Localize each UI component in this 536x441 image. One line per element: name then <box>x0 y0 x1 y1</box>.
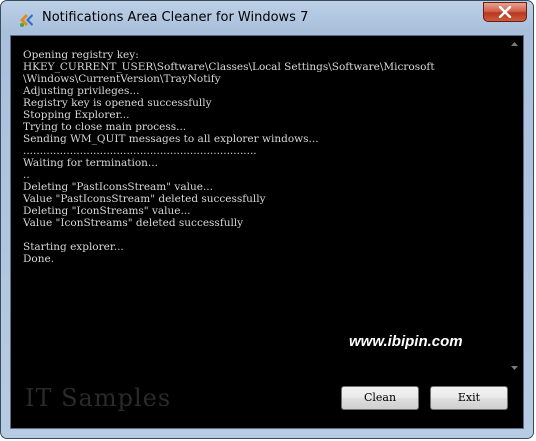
exit-button[interactable]: Exit <box>430 386 508 410</box>
watermark-url: www.ibipin.com <box>349 333 463 350</box>
log-line: Starting explorer... <box>23 241 124 253</box>
console-log: Opening registry key: HKEY_CURRENT_USER\S… <box>23 49 493 265</box>
log-line: ........................................… <box>23 145 257 157</box>
log-line: Deleting "PastIconsStream" value... <box>23 181 213 193</box>
log-line: Value "IconStreams" deleted successfully <box>23 217 244 229</box>
scroll-down-arrow-icon[interactable] <box>506 359 523 376</box>
console-panel: Opening registry key: HKEY_CURRENT_USER\S… <box>10 35 524 429</box>
log-line: Deleting "IconStreams" value... <box>23 205 191 217</box>
log-line: Sending WM_QUIT messages to all explorer… <box>23 133 319 145</box>
clean-button[interactable]: Clean <box>341 386 419 410</box>
log-line: \Windows\CurrentVersion\TrayNotify <box>23 73 221 85</box>
log-line: Trying to close main process... <box>23 121 187 133</box>
log-line: Waiting for termination... <box>23 157 158 169</box>
window-title: Notifications Area Cleaner for Windows 7 <box>42 10 309 25</box>
title-bar[interactable]: Notifications Area Cleaner for Windows 7 <box>1 1 533 35</box>
log-line: Opening registry key: <box>23 49 139 61</box>
log-line: Registry key is opened successfully <box>23 97 212 109</box>
log-line: HKEY_CURRENT_USER\Software\Classes\Local… <box>23 61 435 73</box>
close-button[interactable] <box>483 2 527 22</box>
notification-cleaner-app-icon <box>17 11 35 29</box>
close-x-icon <box>498 6 512 18</box>
log-line: Adjusting privileges... <box>23 85 140 97</box>
vertical-scrollbar[interactable] <box>506 36 523 376</box>
scroll-up-arrow-icon[interactable] <box>506 36 523 53</box>
log-line: Done. <box>23 253 55 265</box>
log-line: Value "PastIconsStream" deleted successf… <box>23 193 266 205</box>
log-line: .. <box>23 169 30 181</box>
app-window: Notifications Area Cleaner for Windows 7… <box>0 0 534 439</box>
log-line: Stopping Explorer... <box>23 109 130 121</box>
watermark-it-samples: IT Samples <box>25 384 172 412</box>
